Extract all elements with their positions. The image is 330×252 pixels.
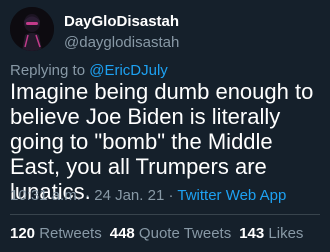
meta-separator: · <box>80 187 95 204</box>
tweet-text: Imagine being dumb enough to believe Joe… <box>10 79 314 204</box>
reply-prefix: Replying to <box>10 62 90 79</box>
reply-context: Replying to @EricDJuly <box>10 62 168 79</box>
user-handle[interactable]: @dayglodisastah <box>64 34 179 51</box>
tweet-source-link[interactable]: Twitter Web App <box>177 187 286 204</box>
retweets-count: 120 <box>10 225 36 242</box>
meta-separator: · <box>164 187 178 204</box>
retweets-stat[interactable]: 120 Retweets <box>10 225 102 242</box>
likes-stat[interactable]: 143 Likes <box>239 225 303 242</box>
retweets-label: Retweets <box>35 225 102 242</box>
avatar-image <box>10 7 54 51</box>
display-name[interactable]: DayGloDisastah <box>64 13 179 30</box>
tweet-metadata: 10:31 a.m. · 24 Jan. 21 · Twitter Web Ap… <box>10 187 286 204</box>
likes-label: Likes <box>264 225 304 242</box>
tweet-date[interactable]: 24 Jan. 21 <box>94 187 164 204</box>
likes-count: 143 <box>239 225 265 242</box>
engagement-stats: 120 Retweets 448 Quote Tweets 143 Likes <box>10 225 303 242</box>
tweet-time[interactable]: 10:31 a.m. <box>10 187 81 204</box>
reply-mention-link[interactable]: @EricDJuly <box>89 62 168 79</box>
divider <box>10 214 320 215</box>
quote-tweets-label: Quote Tweets <box>134 225 232 242</box>
avatar[interactable] <box>10 7 54 51</box>
quote-tweets-stat[interactable]: 448 Quote Tweets <box>110 225 231 242</box>
tweet: DayGloDisastah @dayglodisastah Replying … <box>0 0 330 252</box>
quote-tweets-count: 448 <box>109 225 135 242</box>
